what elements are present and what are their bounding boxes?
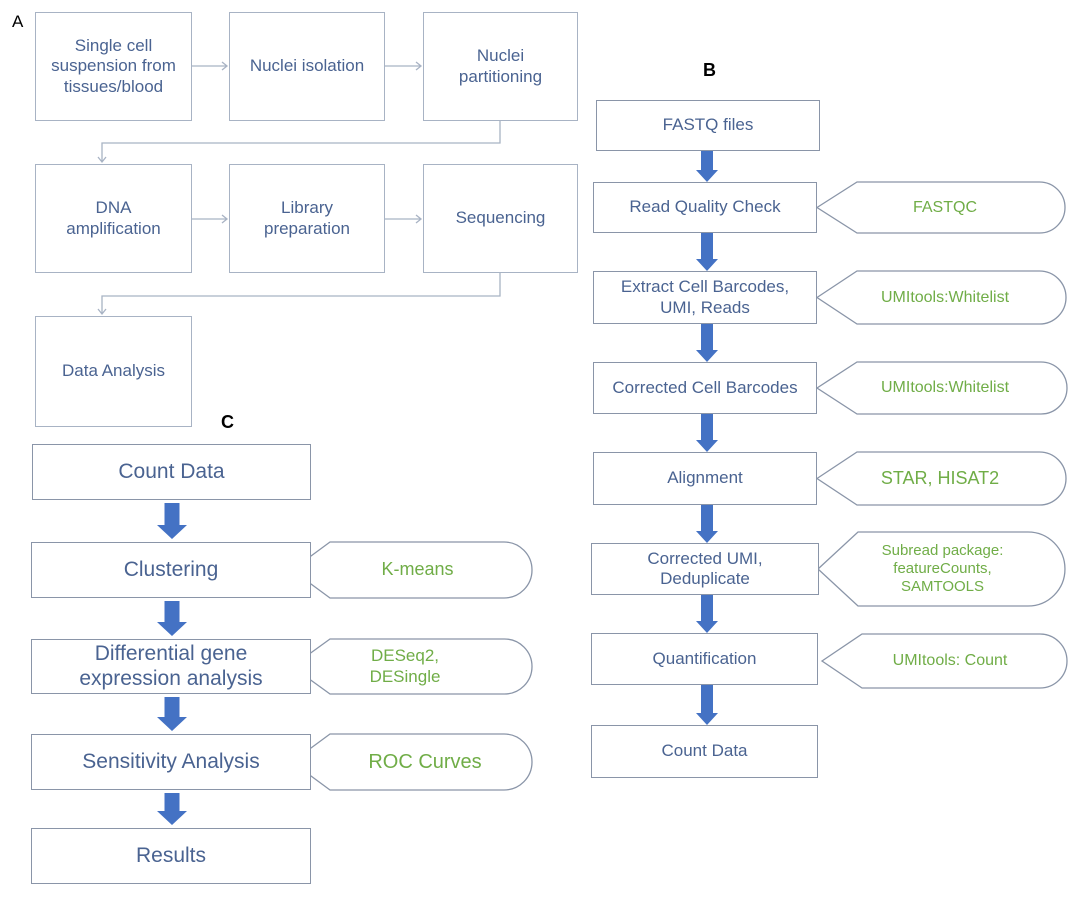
step-sensitivity-analysis: Sensitivity Analysis <box>31 734 311 790</box>
step-fastq-files: FASTQ files <box>596 100 820 151</box>
step-dna-amplification: DNA amplification <box>35 164 192 273</box>
down-arrow-icon <box>696 595 718 633</box>
tool-deseq2-desingle: DESeq2, DESingle <box>369 646 441 686</box>
step-results: Results <box>31 828 311 884</box>
panel-label-b: B <box>703 60 716 80</box>
tool-roc-curves: ROC Curves <box>368 751 482 773</box>
step-corrected-cell-barcodes: Corrected Cell Barcodes <box>593 362 817 414</box>
tool-subread-package: Subread package: featureCounts, SAMTOOLS <box>881 542 1004 595</box>
tool-umitools-whitelist-1: UMItools:Whitelist <box>880 288 1010 306</box>
step-alignment: Alignment <box>593 452 817 505</box>
step-differential-expression: Differential gene expression analysis <box>31 639 311 694</box>
down-arrow-icon <box>157 601 187 636</box>
down-arrow-icon <box>696 505 718 543</box>
step-library-preparation: Library preparation <box>229 164 385 273</box>
tool-star-hisat2: STAR, HISAT2 <box>880 467 1000 488</box>
step-count-data-b: Count Data <box>591 725 818 778</box>
connector-arrow <box>385 61 423 71</box>
step-read-quality-check: Read Quality Check <box>593 182 817 233</box>
down-arrow-icon <box>696 324 718 362</box>
step-quantification: Quantification <box>591 633 818 685</box>
connector-arrow <box>97 273 501 316</box>
panel-label-a: A <box>12 12 24 31</box>
tool-umitools-whitelist-2: UMItools:Whitelist <box>880 379 1010 397</box>
down-arrow-icon <box>696 151 718 182</box>
down-arrow-icon <box>157 697 187 731</box>
step-clustering: Clustering <box>31 542 311 598</box>
tool-fastqc: FASTQC <box>912 198 977 216</box>
down-arrow-icon <box>696 233 718 271</box>
tool-umitools-count: UMItools: Count <box>892 652 1008 670</box>
step-extract-cell-barcodes: Extract Cell Barcodes, UMI, Reads <box>593 271 817 324</box>
step-nuclei-partitioning: Nuclei partitioning <box>423 12 578 121</box>
down-arrow-icon <box>696 414 718 452</box>
panel-label-c: C <box>221 412 234 432</box>
step-corrected-umi-deduplicate: Corrected UMI, Deduplicate <box>591 543 819 595</box>
step-count-data-c: Count Data <box>32 444 311 500</box>
step-data-analysis: Data Analysis <box>35 316 192 427</box>
down-arrow-icon <box>157 503 187 539</box>
down-arrow-icon <box>157 793 187 825</box>
tool-k-means: K-means <box>381 559 454 580</box>
connector-arrow <box>192 214 229 224</box>
down-arrow-icon <box>696 685 718 725</box>
connector-arrow <box>97 121 501 164</box>
step-sequencing: Sequencing <box>423 164 578 273</box>
step-single-cell-suspension: Single cell suspension from tissues/bloo… <box>35 12 192 121</box>
connector-arrow <box>385 214 423 224</box>
step-nuclei-isolation: Nuclei isolation <box>229 12 385 121</box>
connector-arrow <box>192 61 229 71</box>
